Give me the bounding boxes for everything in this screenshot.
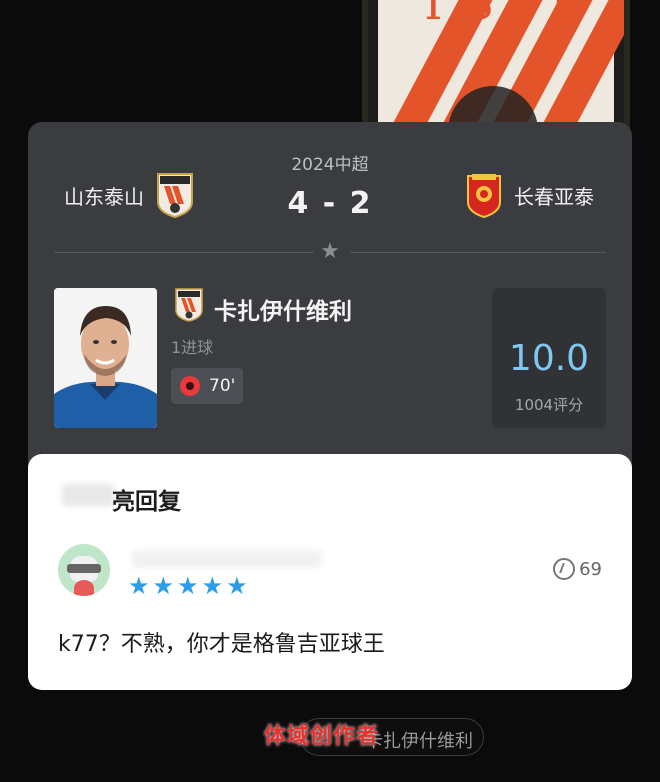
changchun-yatai-crest-icon <box>467 174 501 218</box>
star-icon: ★ <box>201 572 224 600</box>
home-team[interactable]: 山东泰山 <box>64 172 194 218</box>
divider-right <box>350 252 606 253</box>
reply-title: 亮回复 <box>112 489 181 515</box>
like-count: 69 <box>579 558 602 580</box>
home-team-name: 山东泰山 <box>64 184 144 209</box>
avatar[interactable] <box>58 544 110 596</box>
player-goals: 1进球 <box>171 338 214 357</box>
rating-box[interactable]: 10.0 1004评分 <box>492 288 606 428</box>
rating-count: 1004评分 <box>514 396 584 414</box>
player-team-crest-icon <box>175 288 203 322</box>
goal-minute: 70' <box>209 376 236 396</box>
favorite-star-icon[interactable]: ★ <box>319 241 341 263</box>
comment-text: k77？不熟，你才是格鲁吉亚球王 <box>58 632 385 657</box>
star-icon: ★ <box>128 572 150 600</box>
background-crest-image: TSFC <box>362 0 630 130</box>
lightbulb-like-icon <box>553 558 576 580</box>
blurred-commenter-name <box>132 550 322 568</box>
rating-value: 10.0 <box>508 338 590 379</box>
star-icon: ★ <box>152 572 175 600</box>
like-button[interactable]: 69 <box>553 558 602 580</box>
star-icon: ★ <box>177 572 199 600</box>
divider-left <box>54 252 314 253</box>
blurred-username <box>62 484 114 506</box>
away-team[interactable]: 长春亚泰 <box>466 172 594 218</box>
player-name[interactable]: 卡扎伊什维利 <box>214 292 352 326</box>
player-photo[interactable] <box>54 288 157 428</box>
goal-ball-icon <box>180 376 200 396</box>
player-portrait-image <box>54 288 157 428</box>
goal-event-tag: 70' <box>171 368 243 404</box>
shandong-taishan-crest-icon <box>157 173 193 218</box>
player-link-label: 卡扎伊什维利 <box>365 731 473 752</box>
reply-panel: 亮回复 ★ ★ ★ ★ ★ 69 k77？不熟，你才是格鲁吉亚球王 <box>28 454 632 690</box>
away-team-name: 长春亚泰 <box>514 184 594 209</box>
star-rating: ★ ★ ★ ★ ★ <box>128 574 248 598</box>
watermark: 体域创作者 <box>264 724 380 749</box>
star-icon: ★ <box>226 572 248 600</box>
